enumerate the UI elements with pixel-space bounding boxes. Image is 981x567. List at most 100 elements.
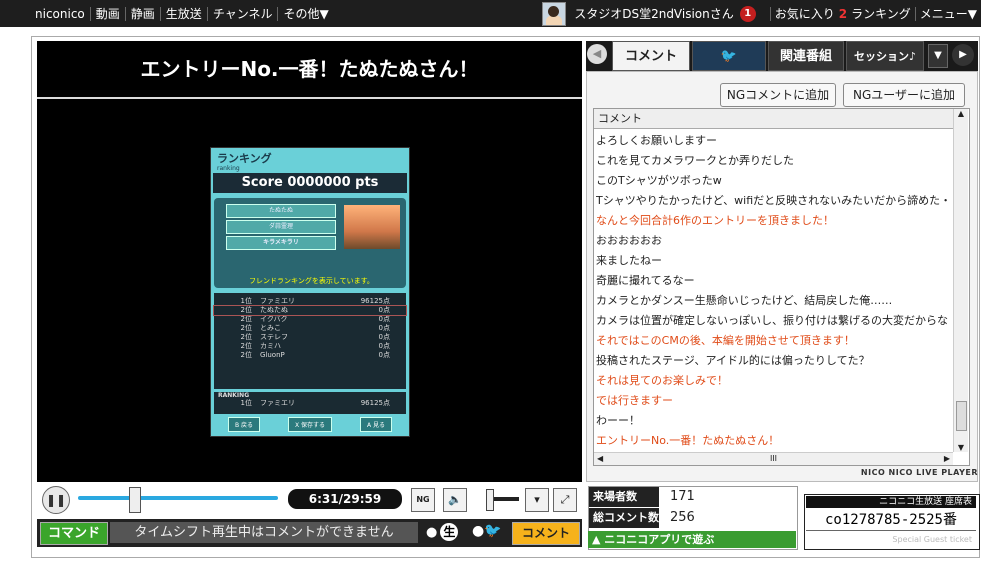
ng-settings-icon[interactable]: NG <box>411 488 435 512</box>
comment-row[interactable]: これを見てカメラワークとか弄りだした <box>596 151 953 171</box>
comment-row[interactable]: なんと今回合計6作のエントリーを頂きました！ <box>596 211 953 231</box>
comment-input[interactable]: タイムシフト再生中はコメントができません <box>110 522 418 543</box>
game-save: X 保存する <box>287 416 333 432</box>
nav-video[interactable]: 動画 <box>91 6 126 21</box>
tab-session[interactable]: セッション♪ <box>846 41 924 71</box>
nav-channel[interactable]: チャンネル <box>208 6 279 21</box>
divider <box>769 6 771 21</box>
game-row: 2位 ステレフ 0点 <box>240 333 390 341</box>
ng-user-button[interactable]: NGユーザーに追加 <box>843 83 965 107</box>
live-toggle[interactable]: ● 生 <box>426 523 460 543</box>
tab-more-icon[interactable]: ▼ <box>928 44 948 68</box>
comment-row[interactable]: それは見てのお楽しみで！ <box>596 371 953 391</box>
game-score: Score 0000000 pts <box>213 173 407 193</box>
nav-seiga[interactable]: 静画 <box>126 6 161 21</box>
notification-badge[interactable]: 1 <box>739 5 756 22</box>
volume-slider[interactable] <box>483 488 519 511</box>
avatar[interactable] <box>542 1 567 26</box>
game-option-3: キラメキラリ <box>226 236 336 250</box>
game-row: 1位 ファミエリ 96125点 <box>240 399 390 407</box>
menu-dropdown[interactable]: メニュー▼ <box>920 5 977 22</box>
pause-button[interactable]: ❚❚ <box>42 486 70 514</box>
scroll-up-icon[interactable]: ▲ <box>954 109 968 118</box>
speaker-icon[interactable]: 🔈 <box>443 488 467 512</box>
favorites-count: 2 <box>838 6 848 21</box>
game-row: 2位 イクバク 0点 <box>240 315 390 323</box>
seek-handle[interactable] <box>129 487 141 513</box>
ticket-id: co1278785-2525番 <box>806 510 976 531</box>
horizontal-scrollbar[interactable]: ◀ III ▶ <box>594 452 953 465</box>
comment-toggle-icon[interactable]: ▾ <box>525 488 549 512</box>
nav-live[interactable]: 生放送 <box>161 6 208 21</box>
game-screen: ランキング ranking Score 0000000 pts たぬたぬ ダ蒜霊… <box>210 147 410 437</box>
comment-row[interactable]: エントリーNo.一番！たぬたぬさん！ <box>596 431 953 451</box>
game-ranking-list: 1位 ファミエリ 96125点 2位 たぬたぬ 0点 2位 イクバク 0点 2位 とみこ 0点 … <box>213 293 407 389</box>
comment-row[interactable]: カメラとかダンスー生懸命いじったけど、結局戻した俺…… <box>596 291 953 311</box>
beach-image <box>344 205 400 249</box>
game-footer: B 戻る X 保存する A 見る <box>214 416 406 432</box>
tab-twitter[interactable]: 🐦 <box>692 41 766 71</box>
comment-row[interactable]: おおおおおお <box>596 231 953 251</box>
tab-comment[interactable]: コメント <box>612 41 690 71</box>
scroll-thumb[interactable] <box>956 401 967 431</box>
ticket-header: ニコニコ生放送 座席表 <box>806 496 976 508</box>
tab-prev-icon[interactable]: ◀ <box>587 44 607 64</box>
comment-row[interactable]: よろしくお願いしますー <box>596 131 953 151</box>
game-option-2: ダ蒜霊理 <box>226 220 336 234</box>
comment-column-header[interactable]: コメント <box>594 109 953 129</box>
twitter-toggle[interactable]: ●🐦 <box>472 523 508 543</box>
player-brand: NICO NICO LIVE PLAYER <box>860 468 978 477</box>
comment-submit-button[interactable]: コメント <box>512 522 580 545</box>
favorites-link[interactable]: お気に入り <box>775 5 835 22</box>
game-row: 2位 とみこ 0点 <box>240 324 390 332</box>
seek-bar[interactable] <box>78 496 278 500</box>
tab-next-icon[interactable]: ▶ <box>952 44 974 66</box>
live-icon: 生 <box>440 523 459 541</box>
app-link[interactable]: ▲ ニコニコアプリで遊ぶ <box>588 531 796 548</box>
user-name[interactable]: スタジオDS堂2ndVisionさん <box>574 5 734 22</box>
comment-row[interactable]: カメラは位置が確定しないっぽいし、振り付けは繋げるの大変だからな <box>596 311 953 331</box>
game-back: B 戻る <box>227 416 261 432</box>
comments-label: 総コメント数 <box>589 508 659 528</box>
comment-row[interactable]: このTシャツがツボったw <box>596 171 953 191</box>
command-button[interactable]: コマンド <box>40 522 108 545</box>
divider <box>914 6 916 21</box>
global-nav: niconico 動画 静画 生放送 チャンネル その他▼ <box>0 6 334 21</box>
ticket-subtitle: Special Guest ticket <box>892 535 972 544</box>
game-message: フレンドランキングを表示しています。 <box>249 277 374 285</box>
vertical-scrollbar[interactable]: ▲ ▼ <box>953 109 968 452</box>
top-navigation: niconico 動画 静画 生放送 チャンネル その他▼ スタジオDS堂2nd… <box>0 0 981 27</box>
ranking-link[interactable]: ランキング <box>851 5 911 22</box>
game-view: A 見る <box>359 416 392 432</box>
visitors-count: 171 <box>670 489 695 504</box>
game-ranking-label: RANKING <box>218 392 250 399</box>
nav-other[interactable]: その他▼ <box>278 7 333 21</box>
comment-row[interactable]: Tシャツやりたかったけど、wifiだと反映されないみたいだから諦めた・・ <box>596 191 953 211</box>
game-header-sub: ranking <box>217 165 240 172</box>
game-row: 2位 カミハ 0点 <box>240 342 390 350</box>
comment-row[interactable]: 投稿されたステージ、アイドル的には偏ったりしてた？ <box>596 351 953 371</box>
comment-rows: よろしくお願いしますー これを見てカメラワークとか弄りだした このTシャツがツボった… <box>596 131 953 453</box>
comments-count: 256 <box>670 510 695 525</box>
comment-row[interactable]: 奇麗に撮れてるなー <box>596 271 953 291</box>
scroll-left-icon[interactable]: ◀ <box>597 453 603 465</box>
user-area: スタジオDS堂2ndVisionさん 1 お気に入り 2 ランキング メニュー▼ <box>542 0 977 27</box>
visitors-label: 来場者数 <box>589 487 659 507</box>
comment-row[interactable]: 来ましたねー <box>596 251 953 271</box>
game-row: 1位 ファミエリ 96125点 <box>240 297 390 305</box>
game-header-title: ランキング <box>217 152 272 165</box>
scroll-down-icon[interactable]: ▼ <box>954 443 968 452</box>
tab-related[interactable]: 関連番組 <box>768 41 844 71</box>
comment-row[interactable]: では行きますー <box>596 391 953 411</box>
comment-row[interactable]: それではこのCMの後、本編を開始させて頂きます！ <box>596 331 953 351</box>
game-option-1: たぬたぬ <box>226 204 336 218</box>
scroll-right-icon[interactable]: ▶ <box>944 453 950 465</box>
nav-niconico[interactable]: niconico <box>30 6 91 21</box>
ng-comment-button[interactable]: NGコメントに追加 <box>720 83 836 107</box>
twitter-icon: 🐦 <box>484 523 502 539</box>
game-row: 2位 GluonP 0点 <box>240 351 390 359</box>
comment-row[interactable]: わーー！ <box>596 411 953 431</box>
game-header: ランキング ranking <box>217 150 272 172</box>
horizontal-scroll-thumb[interactable]: III <box>770 454 777 463</box>
fullscreen-icon[interactable]: ⤢ <box>553 488 577 512</box>
